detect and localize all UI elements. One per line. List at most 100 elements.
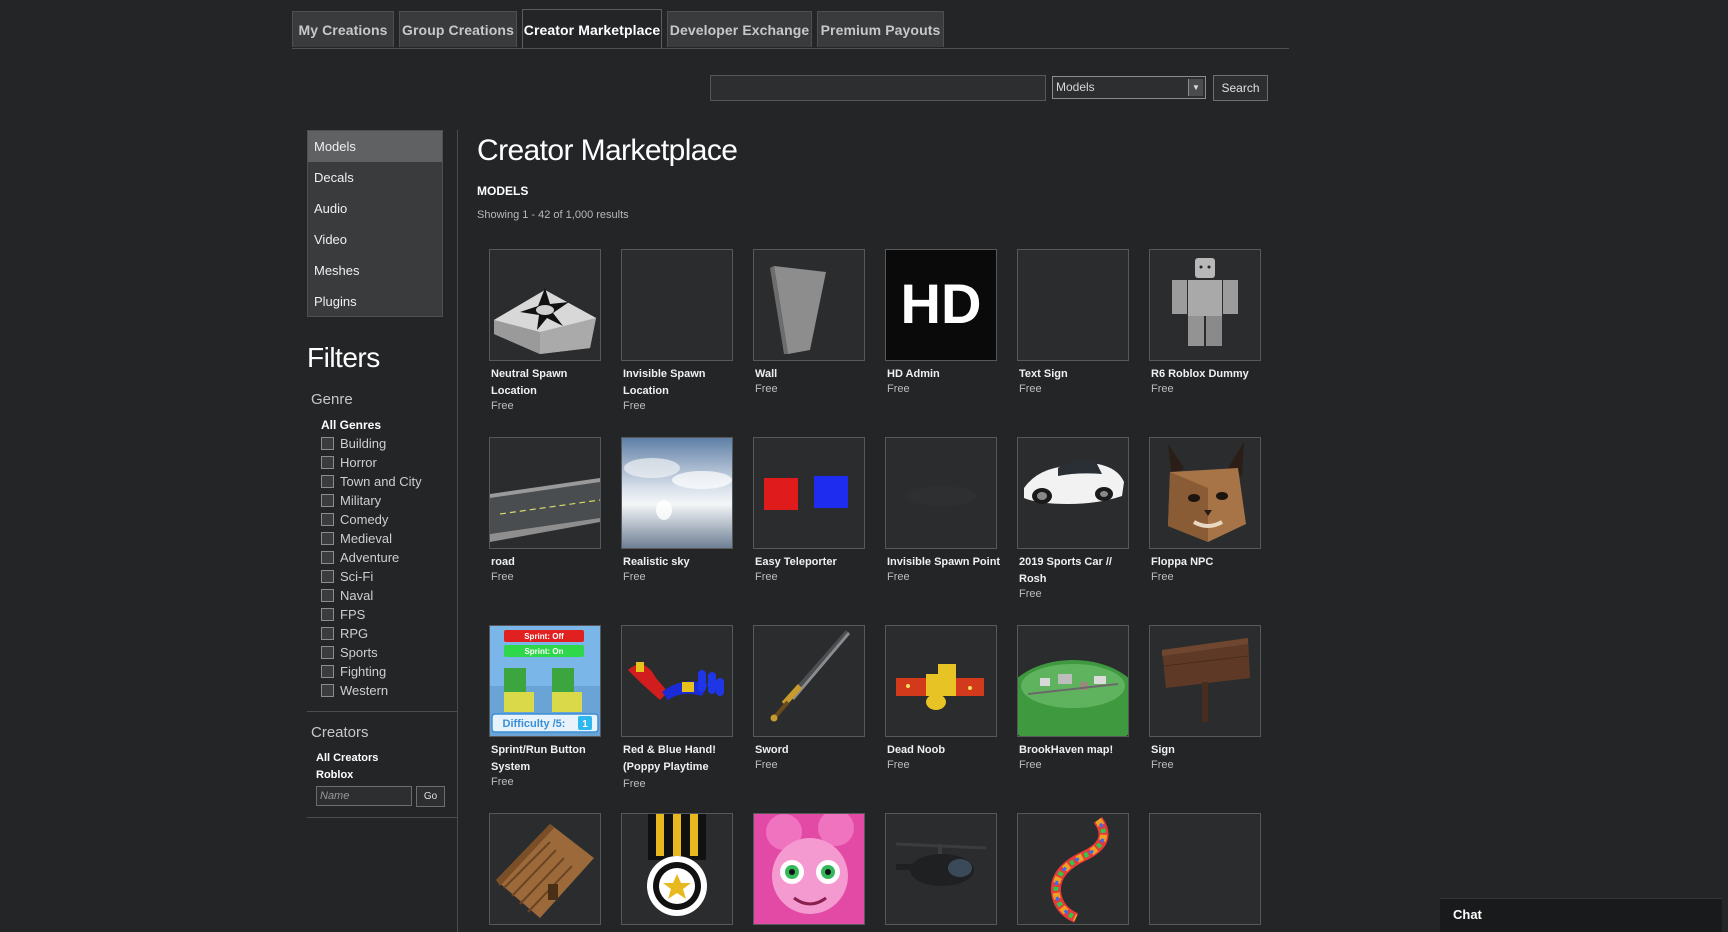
item-thumbnail[interactable] xyxy=(753,249,865,361)
genre-checkbox[interactable] xyxy=(321,551,334,565)
genre-sports[interactable]: Sports xyxy=(321,645,378,663)
item-thumbnail[interactable] xyxy=(489,813,601,925)
item-name[interactable]: Floppa NPC xyxy=(1151,554,1271,571)
item-price: Free xyxy=(1019,759,1042,771)
item-name[interactable]: HD Admin xyxy=(887,366,1007,383)
creator-name-input[interactable]: Name xyxy=(316,786,412,806)
item-name[interactable]: R6 Roblox Dummy xyxy=(1151,366,1271,383)
item-thumbnail[interactable] xyxy=(885,625,997,737)
genre-comedy[interactable]: Comedy xyxy=(321,512,388,530)
item-thumbnail[interactable] xyxy=(885,813,997,925)
genre-checkbox[interactable] xyxy=(321,608,334,622)
item-name[interactable]: Invisible Spawn Point xyxy=(887,554,1007,571)
dead-noob-image xyxy=(896,664,984,710)
chevron-down-icon[interactable]: ▼ xyxy=(1188,79,1203,96)
category-plugins[interactable]: Plugins xyxy=(308,286,442,317)
item-name[interactable]: Neutral Spawn Location xyxy=(491,366,611,400)
genre-medieval[interactable]: Medieval xyxy=(321,531,392,549)
genre-naval[interactable]: Naval xyxy=(321,588,373,606)
genre-rpg[interactable]: RPG xyxy=(321,626,368,644)
item-name[interactable]: Easy Teleporter xyxy=(755,554,875,571)
chat-bar[interactable]: Chat xyxy=(1440,898,1722,932)
item-thumbnail[interactable] xyxy=(1017,437,1129,549)
item-name[interactable]: BrookHaven map! xyxy=(1019,742,1139,759)
tab-premium-payouts[interactable]: Premium Payouts xyxy=(817,11,944,47)
item-thumbnail[interactable] xyxy=(1149,437,1261,549)
genre-fps[interactable]: FPS xyxy=(321,607,365,625)
item-thumbnail[interactable] xyxy=(1149,625,1261,737)
search-button[interactable]: Search xyxy=(1213,75,1268,101)
item-name[interactable]: 2019 Sports Car // Rosh xyxy=(1019,554,1139,588)
creator-go-button[interactable]: Go xyxy=(416,786,445,807)
item-name[interactable]: Sprint/Run Button System xyxy=(491,742,611,776)
search-input[interactable] xyxy=(710,75,1046,101)
genre-checkbox[interactable] xyxy=(321,456,334,470)
item-thumbnail[interactable] xyxy=(1149,249,1261,361)
sidebar-divider xyxy=(457,130,458,932)
wall-image xyxy=(770,266,826,354)
item-thumbnail[interactable] xyxy=(753,437,865,549)
genre-sci-fi[interactable]: Sci-Fi xyxy=(321,569,373,587)
category-select[interactable]: Models ▼ xyxy=(1052,76,1206,99)
item-thumbnail[interactable] xyxy=(885,437,997,549)
genre-checkbox[interactable] xyxy=(321,494,334,508)
genre-checkbox[interactable] xyxy=(321,570,334,584)
tab-developer-exchange[interactable]: Developer Exchange xyxy=(667,11,812,47)
item-name[interactable]: Text Sign xyxy=(1019,366,1139,383)
category-decals[interactable]: Decals xyxy=(308,162,442,193)
item-thumbnail[interactable] xyxy=(489,437,601,549)
genre-building[interactable]: Building xyxy=(321,436,386,454)
genre-military[interactable]: Military xyxy=(321,493,381,511)
genre-town-and-city[interactable]: Town and City xyxy=(321,474,422,492)
item-thumbnail[interactable] xyxy=(753,813,865,925)
item-name[interactable]: road xyxy=(491,554,611,571)
chat-label[interactable]: Chat xyxy=(1453,907,1482,922)
tab-creator-marketplace[interactable]: Creator Marketplace xyxy=(522,9,662,49)
item-name[interactable]: Wall xyxy=(755,366,875,383)
all-genres-link[interactable]: All Genres xyxy=(321,418,381,432)
genre-checkbox[interactable] xyxy=(321,437,334,451)
item-thumbnail[interactable]: Sprint: Off Sprint: On Difficulty /5: 1 xyxy=(489,625,601,737)
category-audio[interactable]: Audio xyxy=(308,193,442,224)
item-thumbnail[interactable] xyxy=(621,437,733,549)
genre-checkbox[interactable] xyxy=(321,646,334,660)
item-thumbnail[interactable] xyxy=(621,813,733,925)
item-name[interactable]: Sword xyxy=(755,742,875,759)
item-name[interactable]: Realistic sky xyxy=(623,554,743,571)
tab-my-creations[interactable]: My Creations xyxy=(292,11,394,47)
category-meshes[interactable]: Meshes xyxy=(308,255,442,286)
genre-checkbox[interactable] xyxy=(321,475,334,489)
svg-text:HD: HD xyxy=(901,272,982,335)
item-name[interactable]: Sign xyxy=(1151,742,1271,759)
item-name[interactable]: Invisible Spawn Location xyxy=(623,366,743,400)
genre-checkbox[interactable] xyxy=(321,627,334,641)
item-name[interactable]: Dead Noob xyxy=(887,742,1007,759)
category-models[interactable]: Models xyxy=(308,131,442,162)
item-thumbnail[interactable] xyxy=(753,625,865,737)
all-creators-link[interactable]: All Creators xyxy=(316,752,378,764)
genre-western[interactable]: Western xyxy=(321,683,388,701)
item-price: Free xyxy=(1151,383,1174,395)
genre-fighting[interactable]: Fighting xyxy=(321,664,386,682)
item-name[interactable]: Red & Blue Hand! (Poppy Playtime xyxy=(623,742,743,776)
genre-checkbox[interactable] xyxy=(321,532,334,546)
genre-checkbox[interactable] xyxy=(321,684,334,698)
genre-checkbox[interactable] xyxy=(321,665,334,679)
creator-roblox-link[interactable]: Roblox xyxy=(316,769,353,781)
item-thumbnail[interactable] xyxy=(1017,813,1129,925)
item-thumbnail[interactable] xyxy=(1017,249,1129,361)
item-thumbnail[interactable] xyxy=(621,625,733,737)
category-video[interactable]: Video xyxy=(308,224,442,255)
item-thumbnail[interactable] xyxy=(1149,813,1261,925)
dummy-image xyxy=(1172,258,1238,346)
item-thumbnail[interactable]: HD xyxy=(885,249,997,361)
item-thumbnail[interactable] xyxy=(621,249,733,361)
genre-adventure[interactable]: Adventure xyxy=(321,550,399,568)
tab-group-creations[interactable]: Group Creations xyxy=(399,11,517,47)
genre-horror[interactable]: Horror xyxy=(321,455,377,473)
genre-checkbox[interactable] xyxy=(321,589,334,603)
rainbow-path-image xyxy=(1050,817,1109,923)
genre-checkbox[interactable] xyxy=(321,513,334,527)
item-thumbnail[interactable] xyxy=(1017,625,1129,737)
item-thumbnail[interactable] xyxy=(489,249,601,361)
